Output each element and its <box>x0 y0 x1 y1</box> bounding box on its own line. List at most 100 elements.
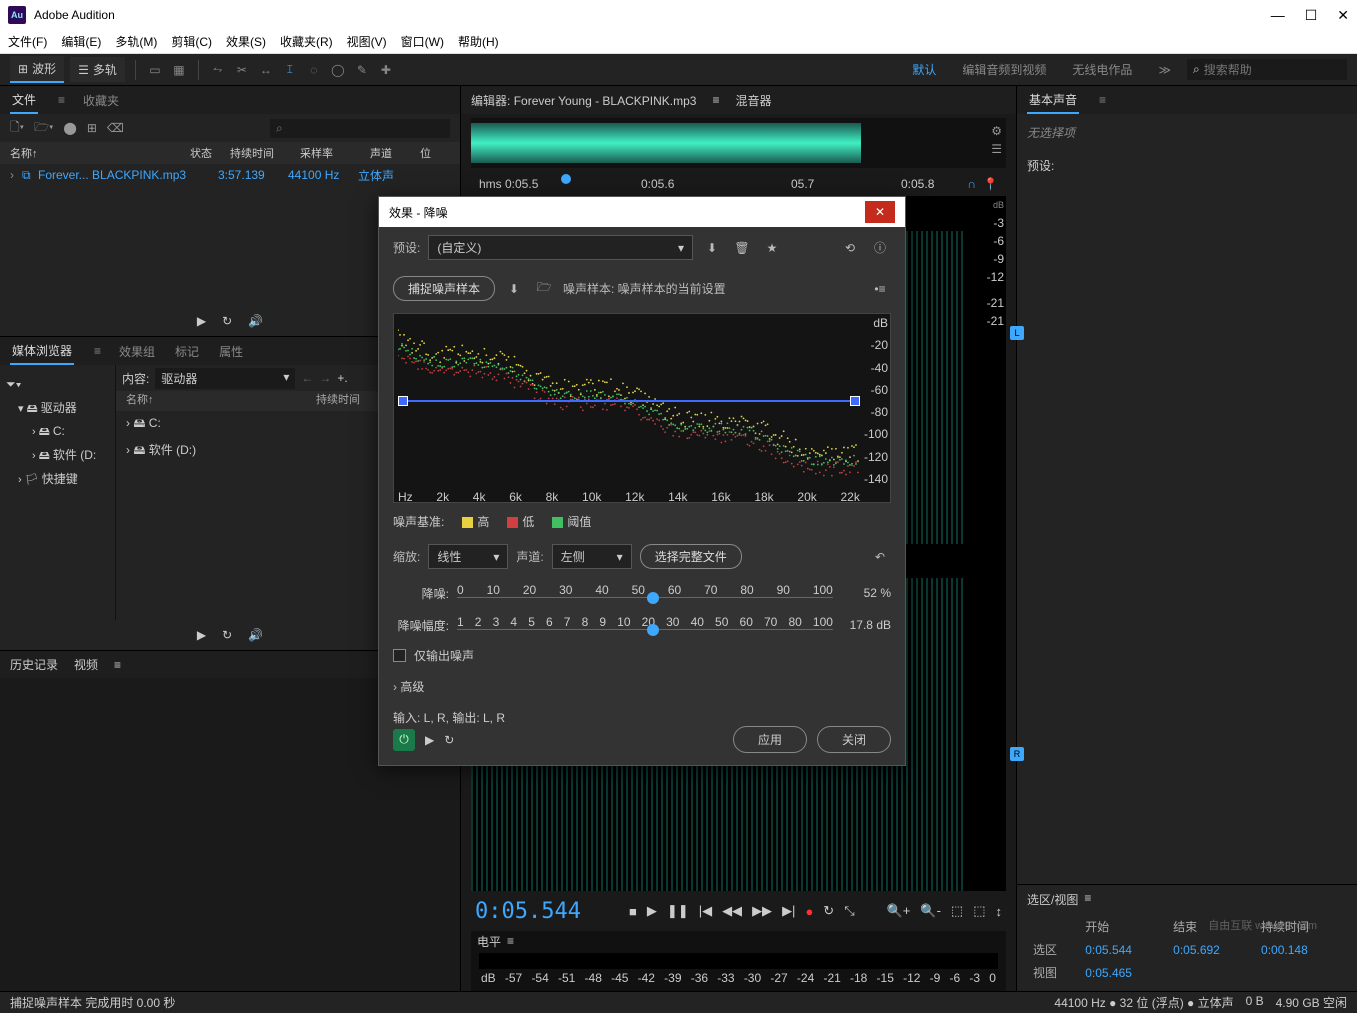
workspace-audiovideo[interactable]: 编辑音频到视频 <box>952 61 1056 78</box>
tree-node-shortcuts[interactable]: › 🏳 快捷键 <box>6 468 109 489</box>
tab-mixer[interactable]: 混音器 <box>735 92 771 109</box>
tab-effects-rack[interactable]: 效果组 <box>117 339 157 364</box>
stop-button[interactable]: ■ <box>629 904 637 919</box>
menu-favorites[interactable]: 收藏夹(R) <box>280 33 333 50</box>
link-icon[interactable]: ⟲ <box>839 237 861 259</box>
menu-clip[interactable]: 剪辑(C) <box>171 33 212 50</box>
play-button[interactable]: ▶ <box>647 903 657 919</box>
play-icon[interactable]: ▶ <box>197 628 206 642</box>
help-search[interactable]: ⌕ <box>1187 59 1347 80</box>
nr-value[interactable]: 52 % <box>841 586 891 600</box>
forward-button[interactable]: ▶▶ <box>752 903 772 919</box>
tab-levels[interactable]: 电平 <box>477 933 501 950</box>
snap-icon[interactable]: ∩ <box>967 177 976 191</box>
menu-icon[interactable]: •≡ <box>869 278 891 300</box>
tool-marquee-icon[interactable]: ◌ <box>305 61 323 79</box>
open-file-icon[interactable]: 🗁▾ <box>34 118 53 139</box>
waveform-view-button[interactable]: ⊞波形 <box>10 56 64 83</box>
dialog-close-pill-button[interactable]: 关闭 <box>817 726 891 753</box>
col-rate[interactable]: 采样率 <box>300 145 370 161</box>
select-all-file-button[interactable]: 选择完整文件 <box>640 544 742 569</box>
file-row[interactable]: › ⧉ Forever... BLACKPINK.mp3 3:57.139 44… <box>0 164 460 186</box>
autoplay-icon[interactable]: 🔊 <box>248 628 263 642</box>
files-search[interactable]: ⌕ <box>270 119 450 138</box>
list-icon[interactable]: ☰ <box>991 142 1002 156</box>
tab-editor[interactable]: 编辑器: Forever Young - BLACKPINK.mp3 <box>471 92 696 109</box>
new-file-icon[interactable]: 🗋▾ <box>10 118 24 139</box>
loop-icon[interactable]: ↻ <box>222 628 232 642</box>
zoom-in-v-icon[interactable]: ↕ <box>996 904 1003 919</box>
preview-loop-button[interactable]: ↻ <box>444 733 454 747</box>
help-search-input[interactable] <box>1204 63 1341 77</box>
tab-video[interactable]: 视频 <box>74 656 98 673</box>
zoom-icon[interactable]: ⚙ <box>991 124 1002 138</box>
goto-start-button[interactable]: |◀ <box>699 903 712 919</box>
tree-node-drives[interactable]: ▾ 🖴 驱动器 <box>6 397 109 421</box>
expand-icon[interactable]: › <box>10 168 22 182</box>
menu-view[interactable]: 视图(V) <box>347 33 387 50</box>
reduce-by-value[interactable]: 17.8 dB <box>841 618 891 632</box>
tab-properties[interactable]: 属性 <box>217 339 245 364</box>
record-icon[interactable]: ⬤ <box>63 121 76 135</box>
minimize-button[interactable]: — <box>1271 7 1285 24</box>
pin-icon[interactable]: 📍 <box>983 177 998 191</box>
menu-window[interactable]: 窗口(W) <box>401 33 444 50</box>
tab-essential-sound[interactable]: 基本声音 <box>1027 87 1079 114</box>
power-toggle[interactable]: ⏻ <box>393 729 415 751</box>
noise-profile-graph[interactable]: dB-20-40-60-80-100-120-140 Hz2k4k6k8k10k… <box>393 313 891 503</box>
tool-slip-icon[interactable]: ↔ <box>257 61 275 79</box>
plus-icon[interactable]: +. <box>337 371 347 385</box>
loop-button[interactable]: ↻ <box>823 903 834 919</box>
pause-button[interactable]: ❚❚ <box>667 903 689 919</box>
rewind-button[interactable]: ◀◀ <box>722 903 742 919</box>
multitrack-view-button[interactable]: ☰多轨 <box>70 57 125 82</box>
tree-node-d[interactable]: › 🖴 软件 (D: <box>6 444 109 468</box>
save-preset-icon[interactable]: ⬇ <box>701 237 723 259</box>
insert-icon[interactable]: ⊞ <box>87 121 97 135</box>
col-depth[interactable]: 位 <box>420 145 431 161</box>
tool-move-icon[interactable]: ⥊ <box>209 61 227 79</box>
tab-markers[interactable]: 标记 <box>173 339 201 364</box>
skip-button[interactable]: ⤡ <box>844 903 854 919</box>
playhead[interactable] <box>561 174 571 184</box>
timeline-ruler[interactable]: hms 0:05.5 0:05.6 05.7 0:05.8 ∩ 📍 <box>471 172 1006 196</box>
zoom-out-icon[interactable]: 🔍- <box>920 903 941 919</box>
content-dropdown[interactable]: 驱动器▾ <box>155 368 295 389</box>
tool-hud-icon[interactable]: ▭ <box>146 61 164 79</box>
tool-heal-icon[interactable]: ✚ <box>377 61 395 79</box>
scale-dropdown[interactable]: 线性▾ <box>428 544 508 569</box>
record-button[interactable]: ● <box>805 904 813 919</box>
tool-brush-icon[interactable]: ✎ <box>353 61 371 79</box>
tree-menu-icon[interactable]: ⏷▾ <box>6 377 21 392</box>
workspace-more[interactable]: ≫ <box>1148 63 1181 77</box>
mb-col-duration[interactable]: 持续时间 <box>316 391 360 411</box>
channel-dropdown[interactable]: 左侧▾ <box>552 544 632 569</box>
slider-thumb[interactable] <box>647 624 659 636</box>
play-icon[interactable]: ▶ <box>197 314 206 328</box>
menu-edit[interactable]: 编辑(E) <box>61 33 101 50</box>
col-status[interactable]: 状态 <box>190 145 230 161</box>
reset-icon[interactable]: ↶ <box>869 546 891 568</box>
workspace-radio[interactable]: 无线电作品 <box>1062 61 1142 78</box>
dialog-close-button[interactable]: ✕ <box>865 201 895 223</box>
reduce-by-slider[interactable]: 1234567891020304050607080100 <box>457 615 833 635</box>
zoom-sel-icon[interactable]: ⬚ <box>973 903 985 919</box>
tool-razor-icon[interactable]: ✂ <box>233 61 251 79</box>
dialog-titlebar[interactable]: 效果 - 降噪 ✕ <box>379 197 905 227</box>
tab-favorites[interactable]: 收藏夹 <box>81 88 121 113</box>
tab-media-browser[interactable]: 媒体浏览器 <box>10 338 74 365</box>
preview-play-button[interactable]: ▶ <box>425 733 434 747</box>
tab-files[interactable]: 文件 <box>10 87 38 114</box>
workspace-default[interactable]: 默认 <box>902 61 946 78</box>
col-channels[interactable]: 声道 <box>370 145 420 161</box>
slider-thumb[interactable] <box>647 592 659 604</box>
waveform-overview[interactable]: ⚙ ☰ <box>471 118 1006 168</box>
output-noise-checkbox[interactable] <box>393 649 406 662</box>
delete-icon[interactable]: ⌫ <box>107 121 124 135</box>
tool-lasso-icon[interactable]: ◯ <box>329 61 347 79</box>
close-button[interactable]: ✕ <box>1337 7 1349 24</box>
folder-icon[interactable]: 🗁 <box>533 278 555 300</box>
preset-dropdown[interactable]: (自定义)▾ <box>428 235 693 260</box>
advanced-toggle[interactable]: › 高级 <box>379 670 905 703</box>
mb-col-name[interactable]: 名称↑ <box>126 391 316 411</box>
